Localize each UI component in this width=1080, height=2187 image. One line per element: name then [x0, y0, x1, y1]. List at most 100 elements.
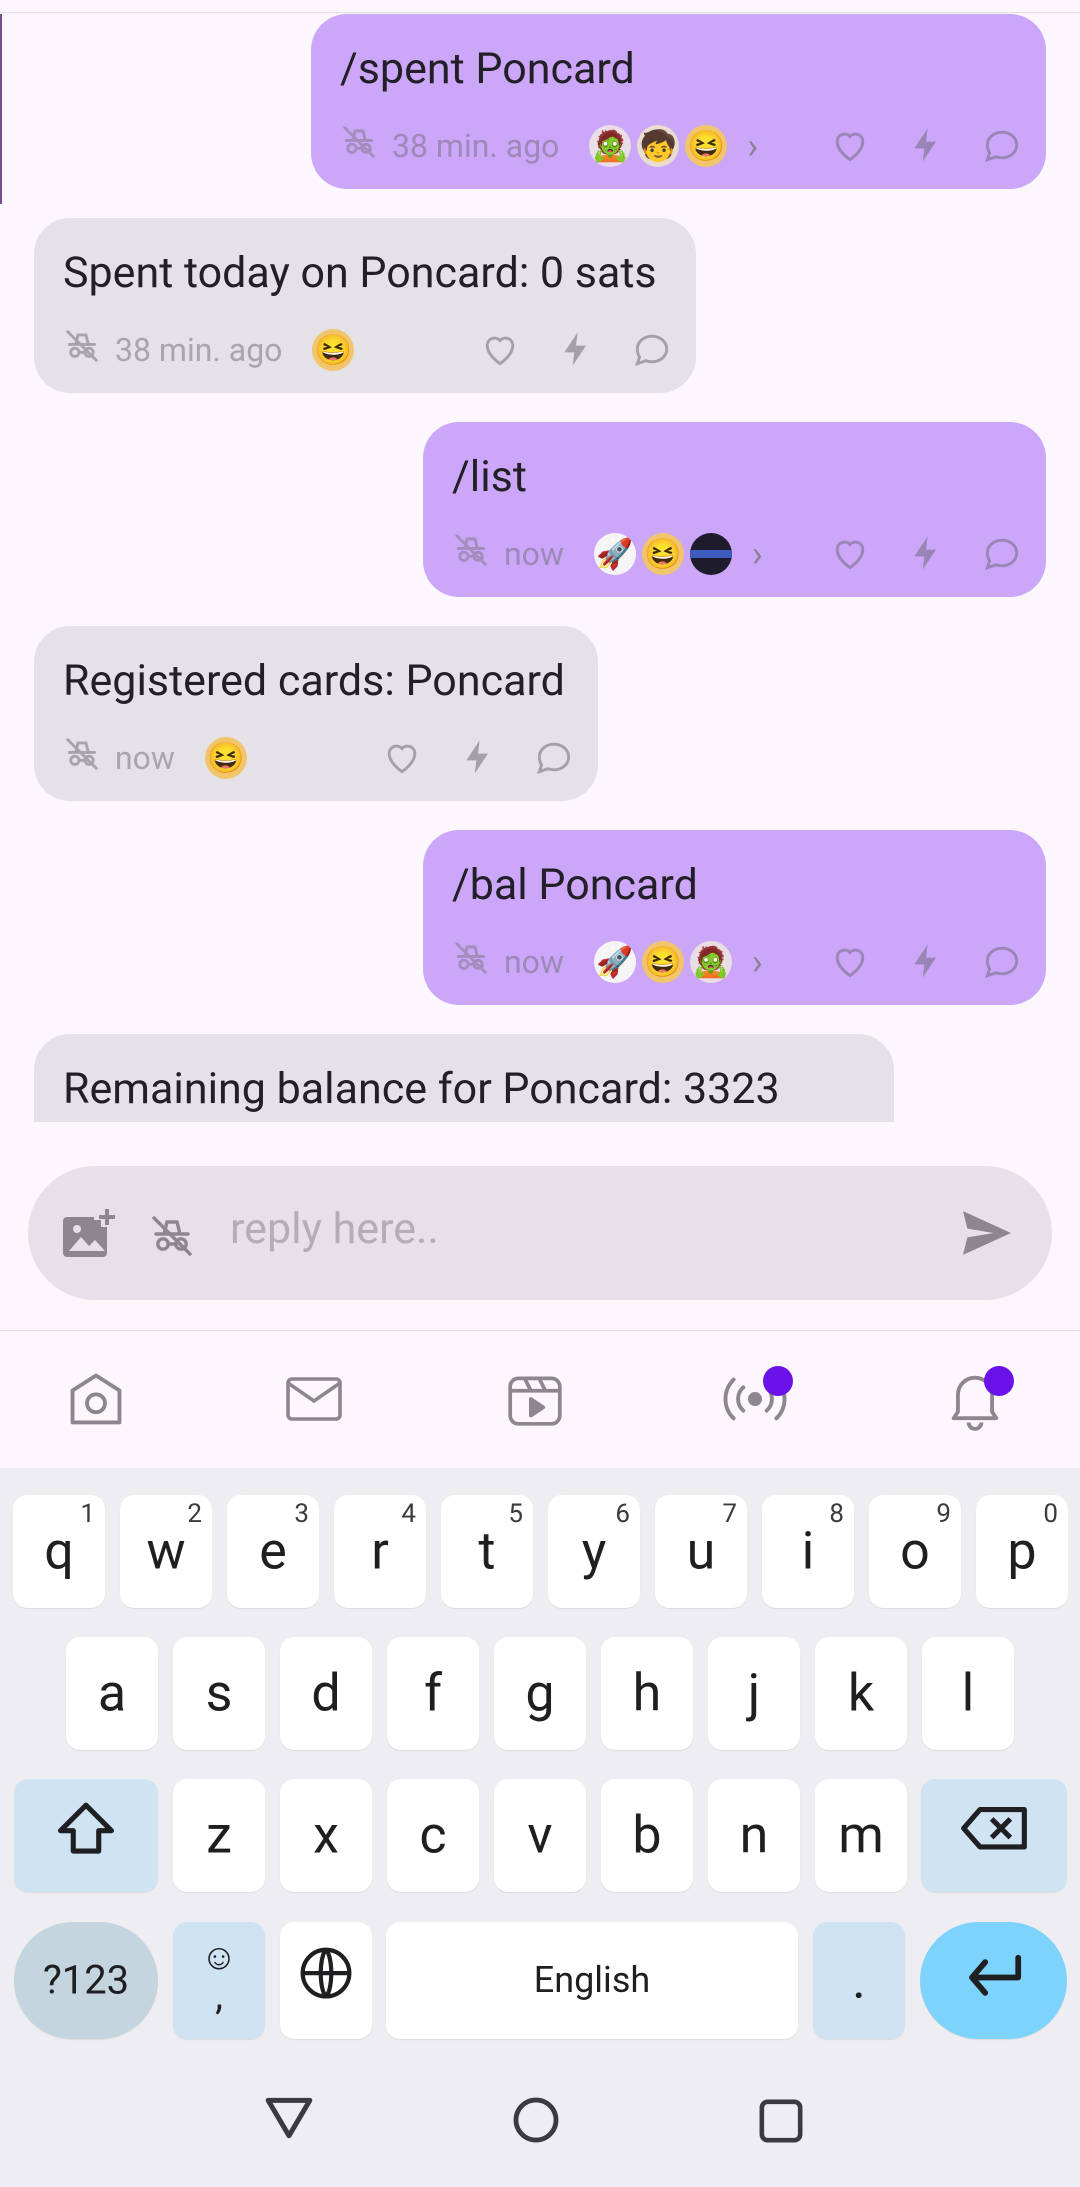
anonymous-off-icon[interactable] — [452, 531, 490, 577]
key-y[interactable]: y6 — [548, 1495, 640, 1608]
zap-icon[interactable] — [906, 123, 946, 171]
notifications-badge — [984, 1366, 1014, 1396]
videos-icon[interactable] — [504, 1367, 566, 1435]
reply-input[interactable]: reply here.. — [230, 1204, 439, 1254]
key-m[interactable]: m — [815, 1779, 907, 1892]
key-u[interactable]: u7 — [655, 1495, 747, 1608]
chevron-right-icon[interactable]: › — [752, 533, 763, 575]
reactors-group[interactable]: 🚀 😆 🧟 — [593, 941, 738, 983]
reactors-group[interactable]: 😆 — [204, 737, 253, 779]
zap-icon[interactable] — [906, 939, 946, 987]
message-bubble-incoming[interactable]: Remaining balance for Poncard: 3323 — [34, 1034, 894, 1122]
message-time: now — [115, 739, 175, 777]
reply-icon[interactable] — [980, 531, 1024, 579]
anonymous-off-icon[interactable] — [63, 327, 101, 373]
space-key-label: English — [533, 1958, 651, 2001]
key-h[interactable]: h — [601, 1637, 693, 1750]
message-time: now — [504, 943, 564, 981]
key-label: a — [97, 1661, 127, 1723]
shift-key[interactable] — [14, 1779, 158, 1892]
key-g[interactable]: g — [494, 1637, 586, 1750]
key-label: f — [423, 1661, 443, 1723]
key-s[interactable]: s — [173, 1637, 265, 1750]
message-bubble-outgoing[interactable]: /bal Poncard now 🚀 😆 🧟 › — [423, 830, 1046, 1005]
message-text: Remaining balance for Poncard: 3323 — [63, 1064, 780, 1114]
key-t[interactable]: t5 — [441, 1495, 533, 1608]
message-text: Registered cards: Poncard — [63, 656, 565, 706]
send-icon[interactable] — [960, 1209, 1014, 1261]
reactors-group[interactable]: 🚀 😆 — [593, 533, 738, 575]
key-l[interactable]: l — [922, 1637, 1014, 1750]
reactors-group[interactable]: 😆 — [312, 329, 360, 371]
key-f[interactable]: f — [387, 1637, 479, 1750]
home-nav-icon[interactable] — [512, 2096, 560, 2148]
reply-icon[interactable] — [980, 939, 1024, 987]
key-a[interactable]: a — [66, 1637, 158, 1750]
back-icon[interactable] — [264, 2094, 314, 2144]
message-bubble-outgoing[interactable]: /list now 🚀 😆 › — [423, 422, 1046, 597]
anonymous-off-icon[interactable] — [63, 735, 101, 781]
chevron-right-icon[interactable]: › — [752, 941, 763, 983]
key-i[interactable]: i8 — [762, 1495, 854, 1608]
anonymous-off-icon[interactable] — [340, 123, 378, 169]
key-q[interactable]: q1 — [13, 1495, 105, 1608]
zap-icon[interactable] — [458, 735, 498, 783]
like-icon[interactable] — [380, 735, 424, 783]
laughing-avatar: 😆 — [641, 533, 684, 575]
reactors-group[interactable]: 🧟 🧒 😆 — [589, 125, 733, 167]
zombie-avatar: 🧟 — [689, 941, 732, 983]
like-icon[interactable] — [478, 327, 522, 375]
message-text: /spent Poncard — [340, 44, 635, 94]
key-z[interactable]: z — [173, 1779, 265, 1892]
rocket-avatar: 🚀 — [593, 941, 636, 983]
backspace-key[interactable] — [921, 1779, 1067, 1892]
message-bubble-incoming[interactable]: Spent today on Poncard: 0 sats 38 min. a… — [34, 218, 696, 393]
recents-icon[interactable] — [758, 2098, 804, 2148]
zap-icon[interactable] — [556, 327, 596, 375]
key-r[interactable]: r4 — [334, 1495, 426, 1608]
enter-key[interactable] — [920, 1922, 1067, 2039]
comma-label: , — [215, 1972, 223, 2019]
reply-icon[interactable] — [532, 735, 576, 783]
key-c[interactable]: c — [387, 1779, 479, 1892]
period-key[interactable]: . — [813, 1922, 905, 2039]
key-p[interactable]: p0 — [976, 1495, 1068, 1608]
chevron-right-icon[interactable]: › — [747, 125, 758, 167]
like-icon[interactable] — [828, 123, 872, 171]
symbols-key[interactable]: ?123 — [14, 1922, 158, 2039]
key-w[interactable]: w2 — [120, 1495, 212, 1608]
messages-icon[interactable] — [284, 1371, 344, 1431]
kid-avatar: 🧒 — [637, 125, 680, 167]
key-v[interactable]: v — [494, 1779, 586, 1892]
shift-icon — [14, 1800, 158, 1869]
scroll-edge-indicator — [0, 14, 2, 204]
anonymous-off-icon[interactable] — [148, 1212, 196, 1264]
message-text: /bal Poncard — [452, 860, 698, 910]
emoji-key[interactable]: ☺ , — [173, 1922, 265, 2039]
like-icon[interactable] — [828, 531, 872, 579]
key-hint: 6 — [615, 1499, 630, 1529]
key-d[interactable]: d — [280, 1637, 372, 1750]
key-x[interactable]: x — [280, 1779, 372, 1892]
add-image-icon[interactable] — [61, 1207, 119, 1265]
reply-icon[interactable] — [630, 327, 674, 375]
anonymous-off-icon[interactable] — [452, 939, 490, 985]
zap-icon[interactable] — [906, 531, 946, 579]
key-k[interactable]: k — [815, 1637, 907, 1750]
message-text: Spent today on Poncard: 0 sats — [63, 248, 657, 298]
key-label: l — [961, 1661, 975, 1723]
key-b[interactable]: b — [601, 1779, 693, 1892]
key-e[interactable]: e3 — [227, 1495, 319, 1608]
key-label: s — [205, 1661, 233, 1723]
space-key[interactable]: English — [386, 1922, 798, 2039]
key-j[interactable]: j — [708, 1637, 800, 1750]
like-icon[interactable] — [828, 939, 872, 987]
home-icon[interactable] — [63, 1367, 129, 1435]
message-bubble-outgoing[interactable]: /spent Poncard 38 min. ago 🧟 🧒 😆 › — [311, 14, 1046, 189]
message-bubble-incoming[interactable]: Registered cards: Poncard now 😆 — [34, 626, 598, 801]
reply-icon[interactable] — [980, 123, 1024, 171]
key-o[interactable]: o9 — [869, 1495, 961, 1608]
language-key[interactable] — [280, 1922, 372, 2039]
reply-composer[interactable]: reply here.. — [28, 1166, 1052, 1300]
key-n[interactable]: n — [708, 1779, 800, 1892]
